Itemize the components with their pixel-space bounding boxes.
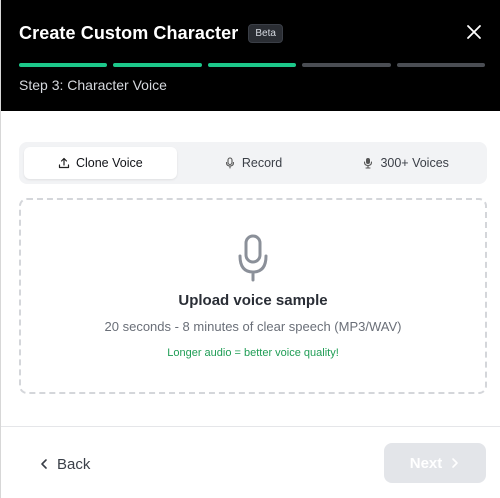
chevron-right-icon (452, 458, 459, 468)
back-label: Back (57, 455, 91, 473)
voice-source-tabs: Clone Voice Record 300+ Voices (19, 142, 487, 184)
progress-segment-3 (207, 63, 297, 67)
custom-character-modal: Create Custom Character Beta Step 3: Cha… (0, 0, 500, 498)
upload-subtitle: 20 seconds - 8 minutes of clear speech (… (104, 319, 402, 334)
voice-library-icon (364, 158, 373, 169)
upload-title: Upload voice sample (178, 292, 328, 309)
step-progress (19, 63, 486, 67)
modal-title: Create Custom Character (19, 22, 239, 43)
tab-label: 300+ Voices (380, 156, 449, 170)
tab-label: Clone Voice (75, 156, 143, 170)
beta-badge: Beta (248, 23, 283, 43)
microphone-icon (225, 157, 234, 169)
close-icon[interactable] (466, 24, 482, 40)
upload-hint: Longer audio = better voice quality! (167, 347, 339, 359)
step-label: Step 3: Character Voice (19, 77, 167, 93)
progress-segment-4 (302, 63, 391, 67)
footer-divider (1, 426, 500, 427)
tab-label: Record (241, 156, 283, 170)
modal-header: Create Custom Character Beta Step 3: Cha… (1, 0, 500, 111)
progress-segment-1 (19, 63, 108, 67)
voice-upload-dropzone[interactable]: Upload voice sample 20 seconds - 8 minut… (19, 198, 487, 394)
upload-icon (58, 157, 70, 169)
chevron-left-icon (41, 459, 47, 469)
title-row: Create Custom Character Beta (19, 20, 283, 46)
back-button[interactable]: Back (39, 450, 90, 478)
progress-segment-5 (396, 63, 486, 67)
next-label: Next (409, 454, 443, 472)
progress-segment-2 (113, 63, 202, 67)
microphone-icon (238, 234, 268, 282)
tab-record[interactable]: Record (177, 147, 330, 179)
next-button[interactable]: Next (384, 443, 486, 483)
tab-clone-voice[interactable]: Clone Voice (24, 147, 177, 179)
tab-300-voices[interactable]: 300+ Voices (329, 147, 482, 179)
